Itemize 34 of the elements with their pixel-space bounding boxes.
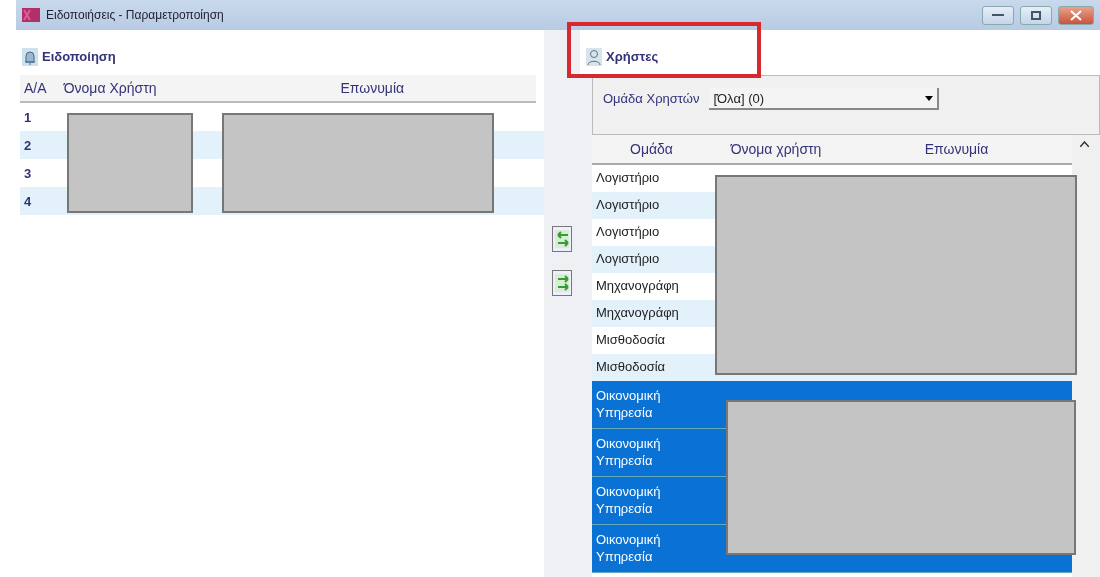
maximize-button[interactable] <box>1020 5 1052 25</box>
row-number: 4 <box>23 193 33 209</box>
bell-icon <box>22 47 38 66</box>
close-button[interactable] <box>1058 5 1094 25</box>
window-title: Ειδοποιήσεις - Παραμετροποίηση <box>46 8 225 22</box>
caret-icon <box>925 95 934 101</box>
app-icon <box>22 8 40 22</box>
table-cell[interactable]: Μισθοδοσία <box>592 327 711 354</box>
row-number: 1 <box>23 109 33 125</box>
table-cell[interactable]: Οικονομική Υπηρεσία <box>592 477 711 524</box>
user-icon <box>586 47 602 66</box>
row-number: 2 <box>23 137 33 153</box>
table-cell[interactable]: Λογιστήριο <box>592 165 711 192</box>
group-dropdown[interactable]: [Όλα] (0) <box>709 88 940 110</box>
minimize-icon <box>991 13 1005 17</box>
column-header: Α/Α <box>23 80 48 96</box>
row-number: 3 <box>23 165 33 181</box>
column-header: Επωνυμία <box>339 80 406 96</box>
column-header: Επωνυμία <box>923 141 990 157</box>
field-label: Ομάδα Χρηστών <box>603 90 700 106</box>
table-cell[interactable]: Οικονομική Υπηρεσία <box>592 429 711 476</box>
scroll-up-icon[interactable] <box>1079 141 1089 147</box>
column-header: Όνομα Χρήστη <box>62 80 158 96</box>
minimize-button[interactable] <box>982 5 1014 25</box>
section-title: Χρήστες <box>606 49 659 64</box>
column-header: Ομάδα <box>629 141 674 157</box>
move-right-button[interactable] <box>552 270 572 296</box>
section-title: Ειδοποίηση <box>42 49 116 64</box>
column-header: Όνομα χρήστη <box>729 141 823 157</box>
table-cell[interactable]: Μηχανογράφη <box>592 273 711 300</box>
maximize-icon <box>1031 10 1041 20</box>
move-left-button[interactable] <box>552 226 572 252</box>
close-icon <box>1070 9 1082 21</box>
table-cell[interactable]: Λογιστήριο <box>592 219 711 246</box>
